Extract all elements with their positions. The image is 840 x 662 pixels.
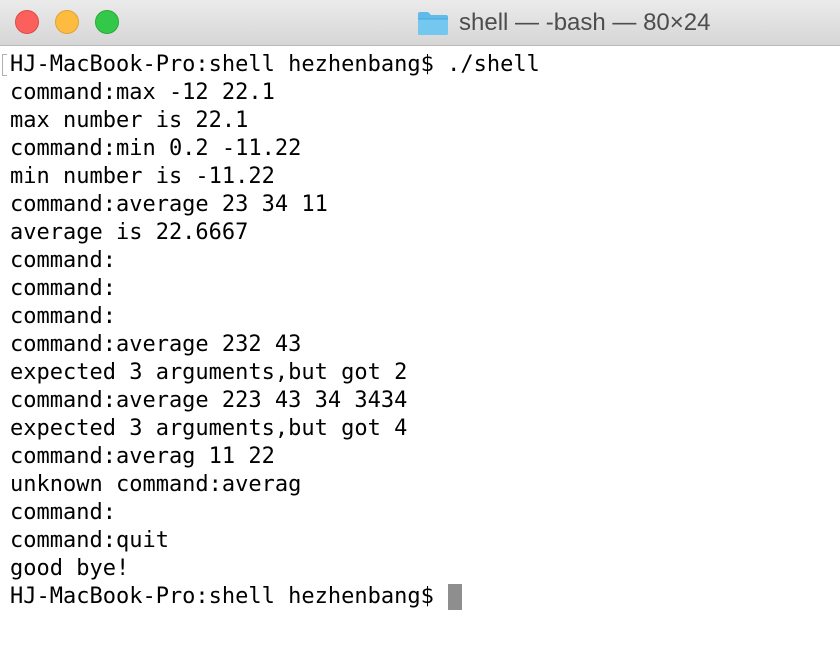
- zoom-button[interactable]: [95, 10, 119, 34]
- terminal-line: command:averag 11 22: [10, 444, 275, 469]
- terminal-line: command:: [10, 248, 116, 273]
- terminal-line: command:average 23 34 11: [10, 192, 328, 217]
- terminal-line: command:quit: [10, 528, 169, 553]
- terminal-line: good bye!: [10, 556, 130, 581]
- terminal-line: max number is 22.1: [10, 108, 249, 133]
- window-title: shell — -bash — 80×24: [459, 9, 711, 36]
- scroll-mark: [2, 54, 7, 76]
- terminal-line: command:max -12 22.1: [10, 80, 275, 105]
- terminal-line: command:: [10, 276, 116, 301]
- terminal-line: expected 3 arguments,but got 4: [10, 416, 408, 441]
- folder-icon: [418, 12, 448, 35]
- minimize-button[interactable]: [55, 10, 79, 34]
- window-title-group: shell — -bash — 80×24: [417, 8, 710, 38]
- terminal-line: expected 3 arguments,but got 2: [10, 360, 408, 385]
- terminal-content[interactable]: HJ-MacBook-Pro:shell hezhenbang$ ./shell…: [0, 48, 840, 662]
- terminal-window: shell — -bash — 80×24 HJ-MacBook-Pro:she…: [0, 0, 840, 662]
- terminal-line: HJ-MacBook-Pro:shell hezhenbang$ ./shell: [10, 52, 540, 77]
- terminal-line: min number is -11.22: [10, 164, 275, 189]
- terminal-line: command:average 232 43: [10, 332, 302, 357]
- terminal-line: unknown command:averag: [10, 472, 302, 497]
- terminal-line: average is 22.6667: [10, 220, 249, 245]
- prompt-line[interactable]: HJ-MacBook-Pro:shell hezhenbang$: [10, 583, 540, 611]
- terminal-line: command:average 223 43 34 3434: [10, 388, 408, 413]
- title-bar[interactable]: shell — -bash — 80×24: [0, 0, 840, 46]
- terminal-output: HJ-MacBook-Pro:shell hezhenbang$ ./shell…: [10, 51, 540, 611]
- terminal-line: command:min 0.2 -11.22: [10, 136, 302, 161]
- terminal-line: command:: [10, 304, 116, 329]
- close-button[interactable]: [15, 10, 39, 34]
- shell-prompt: HJ-MacBook-Pro:shell hezhenbang$: [10, 584, 448, 609]
- text-cursor: [448, 584, 463, 610]
- terminal-line: command:: [10, 500, 116, 525]
